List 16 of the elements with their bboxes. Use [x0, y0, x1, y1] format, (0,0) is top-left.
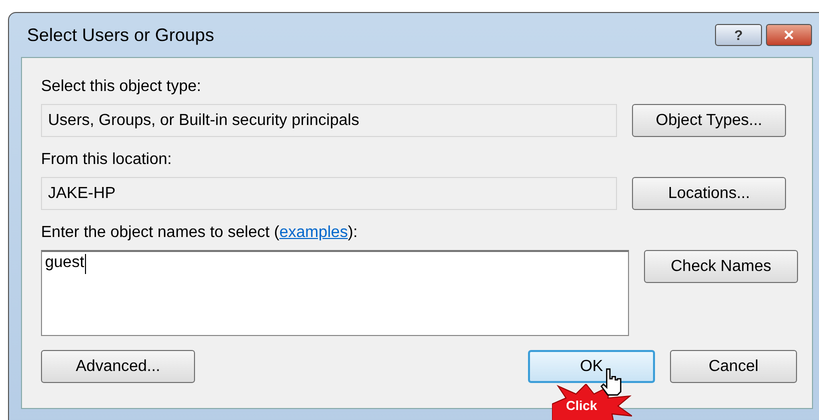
- field-label: Enter the object names to select (examples):: [41, 224, 359, 242]
- field-label: From this location:: [41, 151, 173, 169]
- dialog-button[interactable]: Object Types...: [632, 104, 786, 137]
- dialog-button[interactable]: Check Names: [644, 250, 798, 283]
- help-button[interactable]: ?: [715, 24, 762, 46]
- click-label: Click: [566, 398, 598, 413]
- dialog-button[interactable]: Locations...: [632, 177, 786, 210]
- examples-link[interactable]: examples: [279, 224, 348, 241]
- field-label: Select this object type:: [41, 78, 202, 96]
- dialog-button[interactable]: Cancel: [670, 350, 797, 383]
- readonly-field: Users, Groups, or Built-in security principals: [41, 104, 617, 137]
- dialog-button[interactable]: Advanced...: [41, 350, 195, 383]
- names-input-field[interactable]: guest: [41, 250, 629, 336]
- readonly-field: JAKE-HP: [41, 177, 617, 210]
- window-title: Select Users or Groups: [27, 24, 214, 46]
- dialog-button[interactable]: OK: [528, 350, 655, 383]
